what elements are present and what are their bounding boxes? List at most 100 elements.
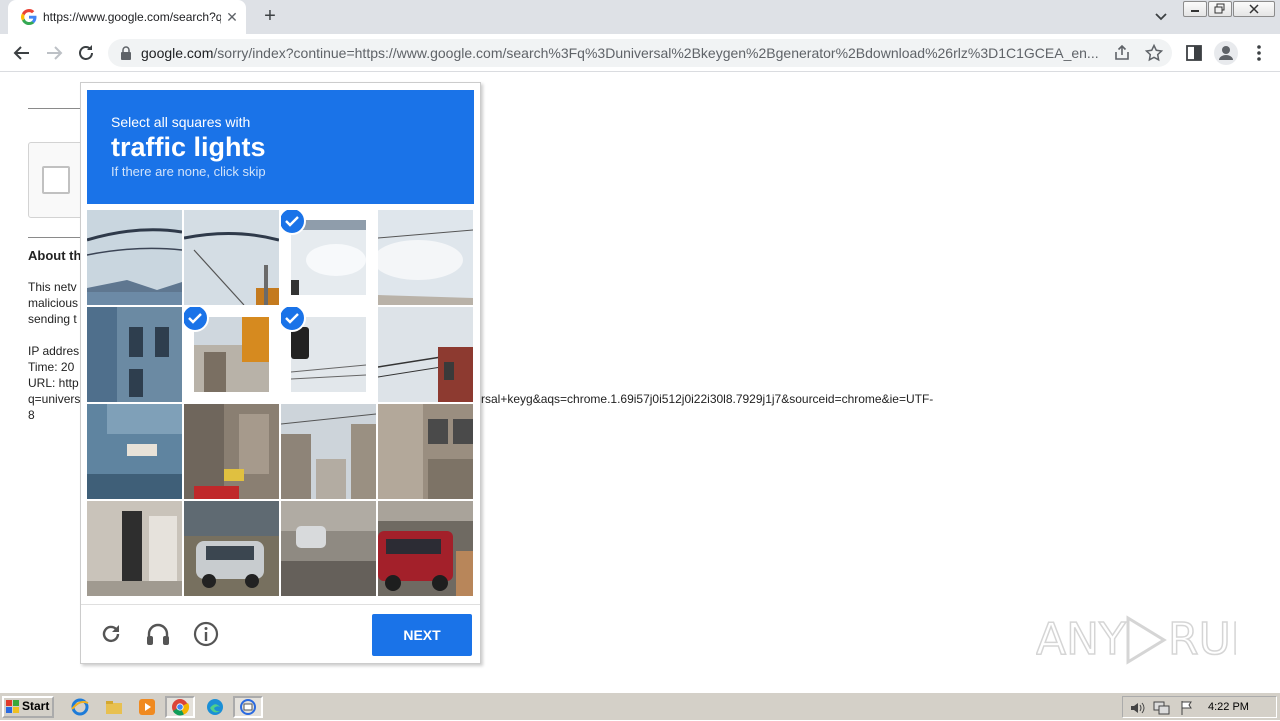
anyrun-watermark-logo: ANY RUN	[1036, 613, 1236, 666]
volume-icon[interactable]	[1129, 700, 1145, 716]
image-tile[interactable]	[87, 404, 182, 499]
image-tile[interactable]	[378, 210, 473, 305]
action-center-flag-icon[interactable]	[1179, 700, 1195, 716]
image-tile[interactable]	[281, 210, 376, 305]
image-tile[interactable]	[184, 501, 279, 596]
tile-photo	[87, 307, 182, 402]
url-line: URL: http	[28, 376, 79, 390]
url-query-tail: rsal+keyg&aqs=chrome.1.69i57j0i512j0i22i…	[481, 392, 934, 406]
recaptcha-checkbox[interactable]	[42, 166, 70, 194]
app-window-icon	[240, 699, 256, 715]
image-tile[interactable]	[281, 307, 376, 402]
kebab-menu-icon[interactable]	[1248, 42, 1270, 64]
time-line: Time: 20	[28, 360, 75, 374]
tile-photo	[281, 404, 376, 499]
tile-photo	[184, 210, 279, 305]
reload-challenge-icon[interactable]	[97, 620, 125, 648]
system-tray	[1122, 696, 1277, 718]
taskbar-clock[interactable]: 4:22 PM	[1208, 701, 1249, 713]
url-query-end: 8	[28, 408, 35, 422]
watermark-text-left: ANY	[1036, 614, 1126, 665]
profile-button[interactable]	[1214, 41, 1238, 65]
windows-logo-icon	[6, 700, 19, 713]
page-paragraph-line: malicious	[28, 296, 79, 310]
selected-check-icon	[184, 307, 209, 332]
app-taskbar-button[interactable]	[233, 696, 263, 718]
url-query-line: q=univers	[28, 392, 81, 406]
tile-photo	[378, 307, 473, 402]
selected-check-icon	[281, 210, 306, 235]
internet-explorer-icon[interactable]	[70, 697, 90, 717]
chevron-down-icon[interactable]	[1150, 6, 1172, 28]
divider	[28, 108, 80, 109]
image-tile[interactable]	[184, 307, 279, 402]
watermark-text-right: RUN	[1168, 614, 1236, 665]
page-paragraph-line: This netv	[28, 280, 77, 294]
selected-check-icon	[281, 307, 306, 332]
url-host: google.com	[141, 45, 214, 61]
image-tile[interactable]	[281, 501, 376, 596]
window-restore-button[interactable]	[1208, 1, 1232, 17]
window-minimize-button[interactable]	[1183, 1, 1207, 17]
close-icon	[1249, 4, 1259, 14]
address-bar[interactable]: google.com/sorry/index?continue=https://…	[108, 39, 1172, 67]
network-icon[interactable]	[1153, 700, 1171, 716]
new-tab-button[interactable]: +	[258, 5, 282, 29]
image-tile[interactable]	[184, 210, 279, 305]
windows-taskbar: Start 4:22 PM	[0, 692, 1280, 720]
challenge-header: Select all squares with traffic lights I…	[87, 90, 474, 204]
info-icon[interactable]	[192, 620, 220, 648]
lock-icon[interactable]	[119, 46, 133, 60]
tile-photo	[378, 501, 473, 596]
tile-photo	[87, 210, 182, 305]
bookmark-star-icon[interactable]	[1144, 43, 1164, 63]
image-grid	[87, 210, 474, 597]
image-tile[interactable]	[87, 501, 182, 596]
challenge-hint: If there are none, click skip	[111, 164, 266, 179]
image-tile[interactable]	[184, 404, 279, 499]
headphones-icon[interactable]	[144, 620, 172, 648]
tile-photo	[184, 404, 279, 499]
image-tile[interactable]	[87, 307, 182, 402]
person-icon	[1219, 46, 1233, 60]
media-player-icon[interactable]	[137, 697, 157, 717]
image-tile[interactable]	[378, 501, 473, 596]
challenge-footer: NEXT	[81, 604, 480, 664]
chrome-icon	[172, 699, 190, 716]
challenge-instruction: Select all squares with	[111, 114, 251, 130]
image-tile[interactable]	[378, 404, 473, 499]
start-button[interactable]: Start	[2, 696, 54, 718]
edge-icon[interactable]	[205, 697, 225, 717]
google-favicon-icon	[21, 9, 37, 25]
about-heading: About th	[28, 248, 82, 263]
restore-icon	[1214, 3, 1225, 14]
forward-arrow-icon[interactable]	[41, 40, 67, 66]
ip-address-line: IP addres	[28, 344, 80, 358]
share-icon[interactable]	[1112, 43, 1132, 63]
tile-photo	[87, 501, 182, 596]
window-close-button[interactable]	[1233, 1, 1275, 17]
reload-icon[interactable]	[73, 40, 99, 66]
tile-photo	[281, 501, 376, 596]
divider	[28, 237, 80, 238]
tab-strip: https://www.google.com/search?q=universa…	[0, 0, 1280, 34]
captcha-challenge-dialog: Select all squares with traffic lights I…	[80, 82, 481, 664]
tile-photo	[378, 210, 473, 305]
url-path: /sorry/index?continue=https://www.google…	[213, 45, 1099, 61]
image-tile[interactable]	[378, 307, 473, 402]
file-explorer-icon[interactable]	[104, 697, 124, 717]
tab-close-icon[interactable]: ✕	[222, 7, 242, 27]
minimize-icon	[1191, 10, 1199, 12]
browser-toolbar: google.com/sorry/index?continue=https://…	[0, 34, 1280, 72]
start-label: Start	[22, 699, 50, 713]
page-paragraph-line: sending t	[28, 312, 77, 326]
browser-tab[interactable]: https://www.google.com/search?q=universa…	[8, 0, 246, 34]
tile-photo	[184, 501, 279, 596]
side-panel-icon[interactable]	[1183, 42, 1205, 64]
image-tile[interactable]	[87, 210, 182, 305]
image-tile[interactable]	[281, 404, 376, 499]
chrome-taskbar-button[interactable]	[165, 696, 195, 718]
next-button[interactable]: NEXT	[372, 614, 472, 656]
back-arrow-icon[interactable]	[9, 40, 35, 66]
challenge-target: traffic lights	[111, 132, 266, 162]
